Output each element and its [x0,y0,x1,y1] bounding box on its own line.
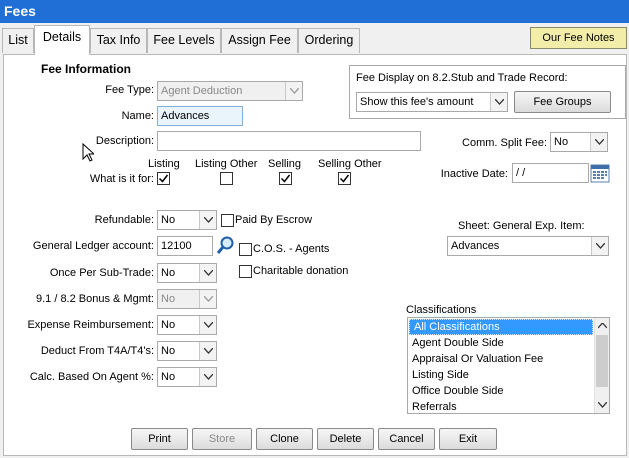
what-is-it-for-label: What is it for: [89,173,154,185]
store-button[interactable]: Store [192,428,252,450]
listing-label: Listing [148,158,180,170]
details-panel: Fee Information Fee Type: Agent Deductio… [3,54,627,456]
calc-agent-pct-value: No [161,371,176,383]
comm-split-value: No [554,136,569,148]
fee-display-select[interactable]: Show this fee's amount [356,92,508,112]
selling-label: Selling [268,158,302,170]
chevron-down-icon [199,290,216,308]
tab-ordering[interactable]: Ordering [298,28,360,53]
refundable-select[interactable]: No [157,210,217,230]
deduct-t4a-value: No [161,345,176,357]
list-item[interactable]: All Classifications [409,319,593,335]
vertical-scrollbar[interactable] [594,318,609,413]
refundable-value: No [161,214,176,226]
deduct-t4a-select[interactable]: No [157,341,217,361]
checkmark-icon [280,174,291,183]
tab-fee-levels[interactable]: Fee Levels [147,28,221,53]
once-per-subtrade-label: Once Per Sub-Trade: [49,267,154,279]
refundable-label: Refundable: [94,214,154,226]
paid-by-escrow-checkbox[interactable] [221,214,234,227]
tab-list[interactable]: List [2,28,34,53]
section-title: Fee Information [41,62,132,76]
selling-checkbox[interactable] [279,172,292,185]
clone-button[interactable]: Clone [256,428,313,450]
tab-tax-info[interactable]: Tax Info [90,28,147,53]
inactive-date-label: Inactive Date: [440,168,508,180]
inactive-date-field[interactable]: / / [512,163,589,183]
bonus-mgmt-select[interactable]: No [157,289,217,309]
checkmark-icon [158,174,169,183]
list-item[interactable]: Appraisal Or Valuation Fee [408,351,609,367]
scrollbar-thumb[interactable] [596,335,608,387]
paid-by-escrow-label: Paid By Escrow [235,214,313,226]
cos-agents-checkbox[interactable] [239,243,252,256]
bonus-mgmt-label: 9.1 / 8.2 Bonus & Mgmt: [35,293,154,305]
classifications-listbox[interactable]: All Classifications Agent Double Side Ap… [407,317,610,414]
bonus-mgmt-value: No [161,293,176,305]
chevron-down-icon [590,133,607,151]
chevron-down-icon [199,368,216,386]
chevron-down-icon [490,93,507,111]
once-per-subtrade-value: No [161,267,176,279]
description-field[interactable] [157,131,421,151]
selling-other-label: Selling Other [318,158,382,170]
list-item[interactable]: Listing Side [408,367,609,383]
selling-other-checkbox[interactable] [338,172,351,185]
chevron-up-icon[interactable] [598,323,607,329]
delete-button[interactable]: Delete [317,428,374,450]
fee-groups-button[interactable]: Fee Groups [514,91,611,113]
listing-checkbox[interactable] [157,172,170,185]
list-item[interactable]: Office Double Side [408,383,609,399]
listing-other-checkbox[interactable] [220,172,233,185]
sheet-item-value: Advances [451,240,500,252]
charitable-checkbox[interactable] [239,265,252,278]
calc-agent-pct-select[interactable]: No [157,367,217,387]
fee-type-value: Agent Deduction [161,85,243,97]
chevron-down-icon [199,342,216,360]
our-fee-notes-button[interactable]: Our Fee Notes [530,27,627,49]
tab-details[interactable]: Details [34,25,90,55]
comm-split-select[interactable]: No [550,132,608,152]
chevron-down-icon [199,211,216,229]
fee-type-select[interactable]: Agent Deduction [157,81,303,101]
fee-display-label: Fee Display on 8.2.Stub and Trade Record… [356,72,568,84]
window-title: Fees [0,0,629,23]
checkmark-icon [339,174,350,183]
search-icon[interactable] [215,235,235,255]
charitable-label: Charitable donation [253,265,349,277]
cos-agents-label: C.O.S. - Agents [253,243,330,255]
chevron-down-icon [285,82,302,100]
chevron-down-icon [199,264,216,282]
gl-account-field[interactable]: 12100 [157,236,213,256]
once-per-subtrade-select[interactable]: No [157,263,217,283]
exit-button[interactable]: Exit [439,428,497,450]
calc-agent-pct-label: Calc. Based On Agent %: [29,371,154,383]
fee-type-label: Fee Type: [105,84,154,96]
print-button[interactable]: Print [131,428,188,450]
deduct-t4a-label: Deduct From T4A/T4's: [40,345,154,357]
classifications-label: Classifications [406,304,477,316]
calendar-icon[interactable] [590,163,610,183]
description-label: Description: [95,135,154,147]
sheet-item-label: Sheet: General Exp. Item: [458,220,585,232]
fee-display-value: Show this fee's amount [360,96,474,108]
chevron-down-icon[interactable] [598,402,607,408]
expense-reimb-select[interactable]: No [157,315,217,335]
name-field[interactable]: Advances [157,106,243,126]
gl-account-label: General Ledger account: [32,240,154,252]
cancel-button[interactable]: Cancel [378,428,435,450]
list-item[interactable]: Agent Double Side [408,335,609,351]
chevron-down-icon [591,237,608,255]
chevron-down-icon [199,316,216,334]
expense-reimb-label: Expense Reimbursement: [27,319,154,331]
fee-display-group: Fee Display on 8.2.Stub and Trade Record… [349,65,626,119]
comm-split-label: Comm. Split Fee: [462,137,547,149]
mouse-cursor-icon [82,143,94,162]
list-item[interactable]: Referrals [408,399,609,413]
listing-other-label: Listing Other [195,158,258,170]
name-label: Name: [121,110,154,122]
sheet-item-select[interactable]: Advances [447,236,609,256]
tab-assign-fee[interactable]: Assign Fee [221,28,298,53]
expense-reimb-value: No [161,319,176,331]
